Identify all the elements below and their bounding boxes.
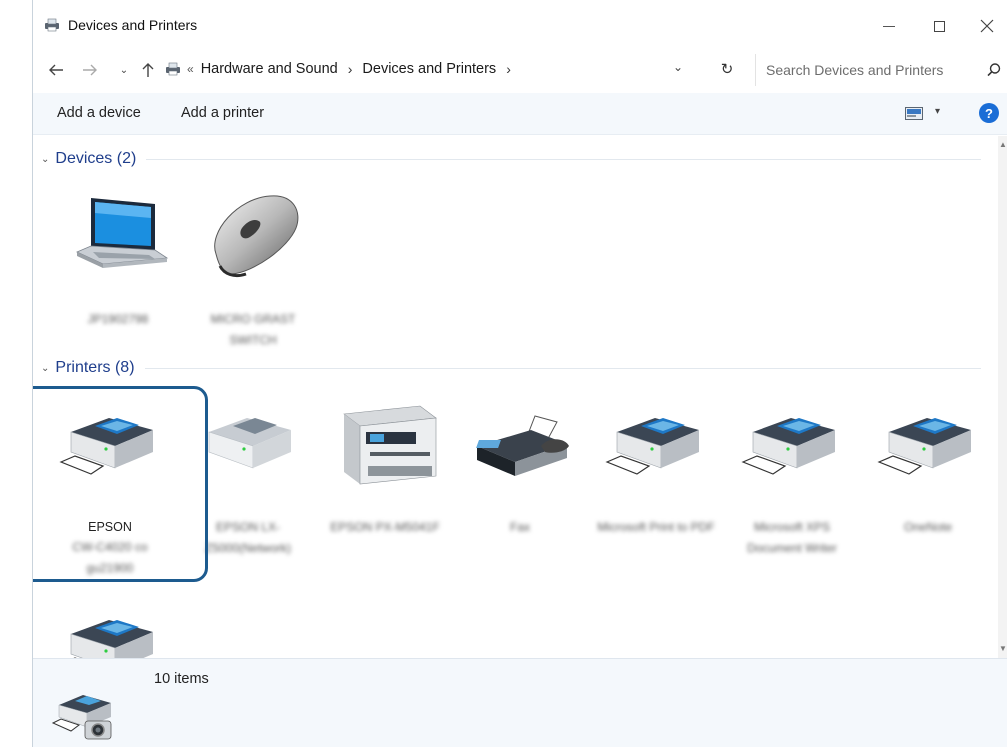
printer-camera-icon	[51, 695, 112, 740]
up-button[interactable]	[137, 58, 159, 82]
device-label: JP1902798	[87, 312, 149, 326]
scroll-down-icon[interactable]: ▼	[998, 644, 1007, 654]
forward-button[interactable]	[79, 58, 101, 82]
printer-label: Fax	[509, 520, 530, 534]
help-icon[interactable]: ?	[979, 103, 999, 123]
devices-printers-icon	[45, 18, 59, 32]
close-button[interactable]	[967, 10, 1007, 42]
printer-icon	[70, 620, 153, 658]
printer-tile[interactable]: Microsoft XPS Document Writer	[727, 396, 857, 559]
multifunction-printer-icon	[343, 405, 437, 485]
add-device-button[interactable]: Add a device	[57, 105, 141, 121]
back-arrow-icon	[49, 64, 63, 76]
selection-highlight	[33, 386, 208, 582]
change-view-icon[interactable]	[905, 107, 923, 120]
search-box[interactable]	[755, 54, 1007, 86]
search-icon[interactable]	[986, 62, 1002, 78]
title-bar: Devices and Printers	[33, 0, 1007, 52]
devices-group-label: Devices (2)	[55, 150, 137, 167]
printer-label: EPSON PX-M5041F	[330, 520, 440, 534]
command-bar: Add a device Add a printer ▾ ?	[33, 93, 1007, 135]
device-label: MICRO GRAST SWITCH	[210, 312, 296, 347]
vertical-scrollbar[interactable]: ▲ ▼	[998, 136, 1007, 658]
mouse-icon	[214, 195, 299, 278]
divider	[146, 158, 981, 160]
recent-locations-button[interactable]: ⌄	[113, 58, 135, 82]
device-tile[interactable]: JP1902798	[53, 188, 183, 330]
chevron-down-icon: ⌄	[673, 60, 684, 74]
printer-tile[interactable]: Fax	[455, 396, 585, 538]
printer-icon	[605, 418, 699, 475]
fax-icon	[476, 415, 569, 476]
printer-label: OneNote	[903, 520, 953, 534]
printer-label: EPSON LX-Z5000(Network)	[204, 520, 292, 555]
printer-icon	[741, 418, 835, 475]
details-pane: 10 items	[33, 658, 1007, 747]
item-count: 10 items	[154, 671, 209, 687]
printer-label: Microsoft XPS Document Writer	[747, 520, 837, 555]
search-input[interactable]	[756, 62, 966, 78]
back-button[interactable]	[45, 58, 67, 82]
devices-group-header[interactable]: ⌄ Devices (2)	[41, 147, 981, 171]
scroll-up-icon[interactable]: ▲	[998, 140, 1007, 150]
collapse-caret-icon[interactable]: ⌄	[41, 154, 49, 165]
maximize-button[interactable]	[919, 10, 959, 42]
printers-group-header[interactable]: ⌄ Printers (8)	[41, 356, 981, 380]
minimize-icon	[883, 25, 895, 27]
breadcrumb-hardware-and-sound[interactable]: Hardware and Sound	[201, 61, 338, 77]
printer-label: Microsoft Print to PDF	[597, 520, 715, 534]
minimize-button[interactable]	[869, 10, 909, 42]
refresh-icon: ↻	[720, 61, 734, 78]
address-bar[interactable]: « Hardware and Sound › Devices and Print…	[161, 54, 721, 84]
printer-tile[interactable]: Microsoft Print to PDF	[591, 396, 721, 538]
printer-tile[interactable]: OneNote	[863, 396, 993, 538]
forward-arrow-icon	[83, 64, 97, 76]
window-title: Devices and Printers	[68, 17, 198, 33]
laptop-icon	[76, 198, 169, 268]
devices-and-printers-window: Devices and Printers ⌄ « Hardware and So…	[32, 0, 1007, 747]
breadcrumb-overflow[interactable]: «	[187, 62, 194, 76]
caret-down-icon: ▾	[935, 106, 941, 117]
devices-printers-icon	[166, 62, 180, 76]
navigation-bar: ⌄ « Hardware and Sound › Devices and Pri…	[33, 52, 1007, 88]
chevron-right-icon[interactable]: ›	[506, 61, 511, 77]
address-history-dropdown[interactable]: ⌄	[673, 60, 683, 74]
maximize-icon	[933, 20, 945, 32]
chevron-right-icon[interactable]: ›	[348, 61, 353, 77]
printer-icon	[877, 418, 971, 475]
devices-list: ⌄ Devices (2) JP1902798 MICRO GRAST SWIT…	[33, 136, 998, 658]
printer-tile[interactable]	[45, 598, 175, 658]
add-printer-button[interactable]: Add a printer	[181, 105, 264, 121]
collapse-caret-icon[interactable]: ⌄	[41, 363, 49, 374]
refresh-button[interactable]: ↻	[716, 58, 738, 80]
device-tile[interactable]: MICRO GRAST SWITCH	[188, 188, 318, 351]
divider	[144, 367, 981, 369]
view-options-dropdown[interactable]: ▾	[935, 106, 940, 117]
printer-icon	[208, 418, 291, 469]
breadcrumb-devices-and-printers[interactable]: Devices and Printers	[362, 61, 496, 77]
printers-group-label: Printers (8)	[55, 359, 135, 376]
chevron-down-icon: ⌄	[119, 64, 129, 76]
printer-tile[interactable]: EPSON PX-M5041F	[320, 396, 450, 538]
close-icon	[980, 19, 994, 33]
up-arrow-icon	[142, 63, 154, 77]
